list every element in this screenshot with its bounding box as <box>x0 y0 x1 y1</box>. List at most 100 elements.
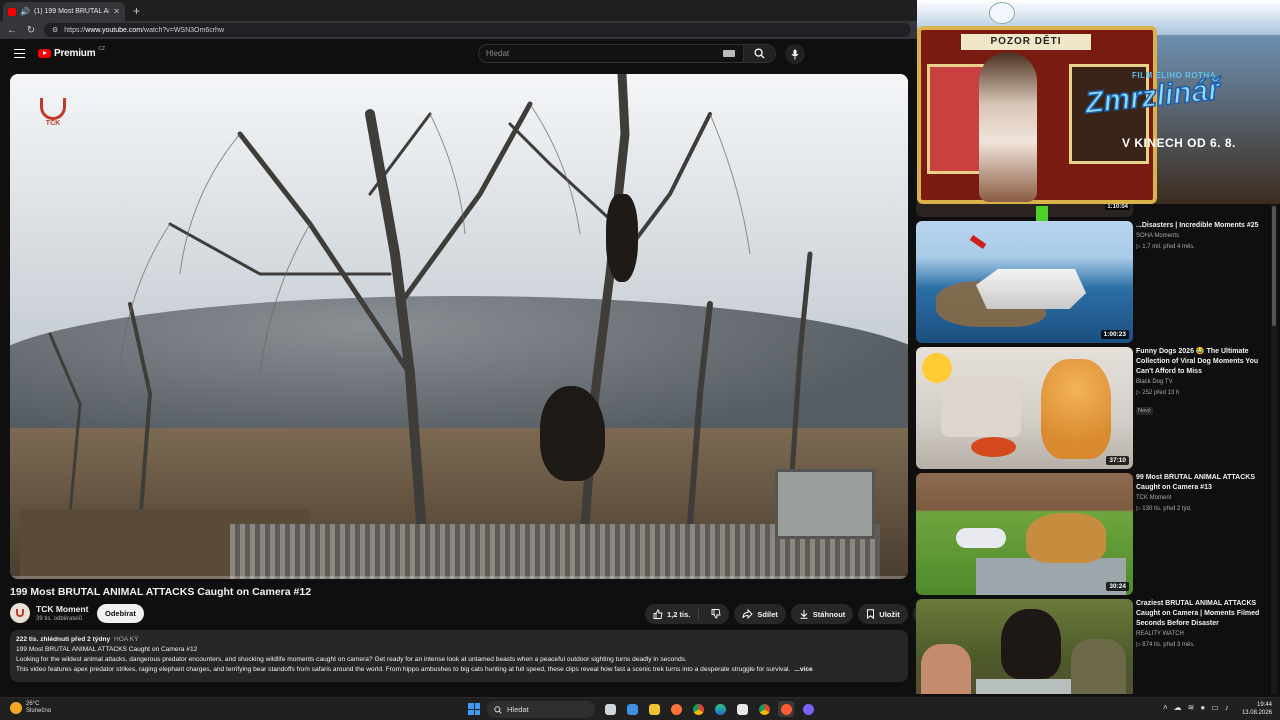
search-button[interactable] <box>743 45 775 62</box>
chevron-up-icon[interactable]: ˄ <box>1163 703 1168 712</box>
watermark-text: TCK <box>45 120 61 127</box>
clock[interactable]: 19:44 13.08.2026 <box>1240 701 1272 717</box>
chrome-alt-icon[interactable] <box>756 701 772 717</box>
weather-condition: Slunečno <box>26 708 52 714</box>
youtube-masthead: Premium CZ Hledat <box>0 39 917 71</box>
store-icon[interactable] <box>734 701 750 717</box>
rec-title[interactable]: Funny Dogs 2026 😂 The Ultimate Collectio… <box>1136 347 1260 377</box>
chrome-icon[interactable] <box>690 701 706 717</box>
description-meta-line: 222 tis. zhlédnutí před 2 týdny HOA KỲ <box>16 635 902 645</box>
duration-badge: 37:10 <box>1106 456 1129 465</box>
list-item[interactable]: 37:10 Funny Dogs 2026 😂 The Ultimate Col… <box>916 347 1271 471</box>
search-input[interactable]: Hledat <box>479 49 723 58</box>
share-label: Sdílet <box>757 609 778 619</box>
thumb-sofa <box>941 377 1021 437</box>
thumb-truck <box>976 679 1086 694</box>
clock-date: 13.08.2026 <box>1241 710 1272 716</box>
cloud-icon[interactable]: ☁ <box>1174 703 1182 712</box>
channel-logo-icon <box>16 609 24 617</box>
duration-badge: 30:24 <box>1106 582 1129 591</box>
site-info-icon[interactable]: ⚙ <box>52 26 58 34</box>
rec-title[interactable]: 99 Most BRUTAL ANIMAL ATTACKS Caught on … <box>1136 473 1260 493</box>
rec-channel[interactable]: SOHA Moments <box>1136 232 1260 241</box>
wifi-icon[interactable]: ≋ <box>1188 703 1195 712</box>
youtube-favicon-icon <box>8 7 16 16</box>
subscribe-button[interactable]: Odebírat <box>97 604 144 623</box>
movie-ad-banner[interactable]: POZOR DĚTI FILM ELIHO ROTHA Zmrzlinář V … <box>917 0 1280 204</box>
thumbnail[interactable] <box>916 599 1133 694</box>
weather-widget[interactable]: 26°C Slunečno <box>10 701 51 715</box>
rec-channel[interactable]: Black Dog TV <box>1136 378 1260 387</box>
search-box[interactable]: Hledat <box>478 44 776 63</box>
widgets-icon[interactable] <box>624 701 640 717</box>
browser-active-icon[interactable] <box>778 701 794 717</box>
thumbnail[interactable]: 30:24 <box>916 473 1133 595</box>
list-item[interactable]: 30:24 99 Most BRUTAL ANIMAL ATTACKS Caug… <box>916 473 1271 597</box>
thumbnail[interactable]: 37:10 <box>916 347 1133 469</box>
back-arrow-icon[interactable]: ← <box>6 25 18 36</box>
new-tab-button[interactable]: + <box>133 4 140 18</box>
keyboard-icon[interactable] <box>723 50 735 57</box>
volume-icon[interactable]: ♪ <box>1225 703 1229 712</box>
url-field[interactable]: ⚙ https://www.youtube.com/watch?v=WSN3Om… <box>44 23 911 37</box>
partial-thumbnail[interactable]: 1:10:04 <box>916 204 1133 217</box>
save-button[interactable]: Uložit <box>858 604 908 624</box>
youtube-premium-logo[interactable]: Premium CZ <box>38 46 105 59</box>
search-icon <box>754 48 765 59</box>
rec-channel[interactable]: TCK Moment <box>1136 494 1260 503</box>
reload-icon[interactable]: ↻ <box>25 25 37 36</box>
display-icon[interactable]: ▭ <box>1211 703 1219 712</box>
description-box[interactable]: 222 tis. zhlédnutí před 2 týdny HOA KỲ 1… <box>10 630 908 682</box>
messenger-icon[interactable] <box>800 701 816 717</box>
download-button[interactable]: Stáhnout <box>790 604 854 624</box>
rec-title[interactable]: Craziest BRUTAL ANIMAL ATTACKS Caught on… <box>1136 599 1260 629</box>
channel-name[interactable]: TCK Moment <box>36 604 88 614</box>
like-dislike-group: 1,2 tis. <box>645 604 730 624</box>
bear-climbing-upper <box>606 194 638 282</box>
location-tag[interactable]: HOA KỲ <box>114 636 139 643</box>
download-label: Stáhnout <box>812 609 846 619</box>
thumbs-down-icon <box>711 609 721 619</box>
list-item[interactable]: Craziest BRUTAL ANIMAL ATTACKS Caught on… <box>916 599 1271 694</box>
youtube-play-icon <box>38 49 51 58</box>
taskbar-search[interactable]: Hledat <box>487 701 595 718</box>
speaker-icon[interactable]: 🔊 <box>20 7 30 16</box>
rec-title[interactable]: ...Disasters | Incredible Moments #25 <box>1136 221 1260 231</box>
task-view-icon[interactable] <box>602 701 618 717</box>
windows-start-icon[interactable] <box>468 703 480 715</box>
recommendations-scrollbar[interactable] <box>1271 204 1277 694</box>
taskbar-search-placeholder: Hledat <box>507 705 529 714</box>
video-title: 199 Most BRUTAL ANIMAL ATTACKS Caught on… <box>10 586 312 598</box>
file-explorer-icon[interactable] <box>646 701 662 717</box>
dislike-button[interactable] <box>703 609 729 619</box>
rec-channel[interactable]: REALITY WATCH <box>1136 630 1260 639</box>
voice-search-button[interactable] <box>785 44 805 64</box>
list-item[interactable]: 1:00:23 ...Disasters | Incredible Moment… <box>916 221 1271 345</box>
duration-badge: 1:10:04 <box>1105 204 1130 210</box>
clock-time: 19:44 <box>1256 702 1272 708</box>
firefox-icon[interactable] <box>668 701 684 717</box>
channel-watermark: TCK <box>38 98 68 127</box>
edge-icon[interactable] <box>712 701 728 717</box>
share-button[interactable]: Sdílet <box>734 604 786 624</box>
ad-release-date: V KINECH OD 6. 8. <box>1122 136 1236 150</box>
bear-climbing-lower <box>540 386 605 481</box>
view-count-date: 222 tis. zhlédnutí před 2 týdny <box>16 636 111 643</box>
show-more-link[interactable]: ...více <box>794 666 812 673</box>
video-player[interactable]: TCK <box>10 74 908 579</box>
url-text: https://www.youtube.com/watch?v=WSN3Om6c… <box>64 26 224 34</box>
channel-avatar[interactable] <box>10 603 30 623</box>
video-frame-trees <box>48 74 813 539</box>
thumbnail[interactable]: 1:00:23 <box>916 221 1133 343</box>
video-progress-bar[interactable] <box>10 576 908 579</box>
close-tab-icon[interactable]: ✕ <box>113 7 120 16</box>
scrollbar-thumb[interactable] <box>1272 206 1276 326</box>
video-info: ...Disasters | Incredible Moments #25 SO… <box>1136 221 1260 253</box>
ad-mascot-icon <box>989 2 1015 24</box>
browser-tab-youtube[interactable]: 🔊 (1) 199 Most BRUTAL ANIMAL ✕ <box>3 2 125 21</box>
thumb-person-left <box>921 644 971 694</box>
microphone-tray-icon[interactable]: ● <box>1200 703 1205 712</box>
like-button[interactable]: 1,2 tis. <box>645 607 700 621</box>
search-icon <box>494 705 502 714</box>
menu-hamburger-icon[interactable] <box>14 49 25 58</box>
